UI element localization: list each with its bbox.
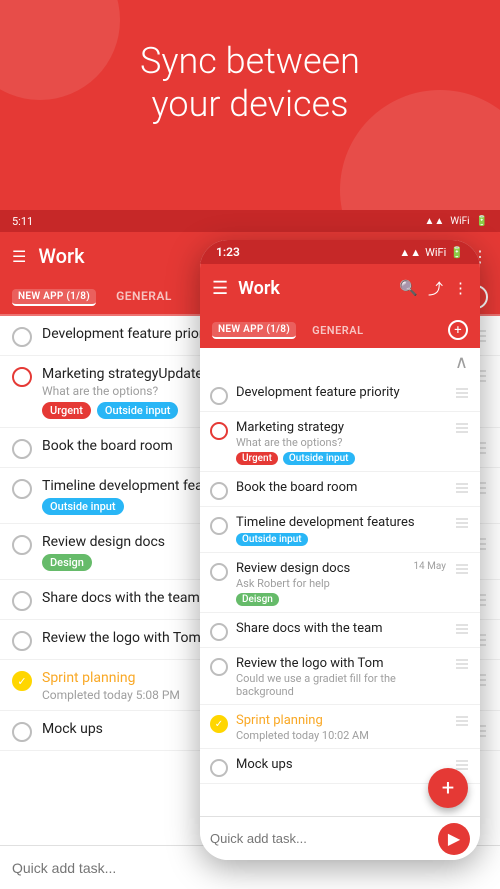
phone-app-title: Work — [238, 278, 389, 299]
phone-share-icon[interactable]: ⤴ — [428, 278, 443, 299]
phone-task-row: Share docs with the team — [200, 613, 480, 648]
phone-tag-urgent: Urgent — [236, 452, 278, 465]
phone-task-row: Review design docs Ask Robert for help D… — [200, 553, 480, 613]
phone-task-checkbox[interactable] — [210, 658, 228, 676]
hero-title: Sync between your devices — [20, 40, 480, 126]
phone-task-title: Mock ups — [236, 757, 446, 772]
task-checkbox[interactable] — [12, 722, 32, 742]
phone-tag-design: Deisgn — [236, 593, 279, 606]
phone-task-title: Share docs with the team — [236, 621, 446, 636]
phone-task-title: Sprint planning — [236, 713, 446, 728]
phone-task-row: Development feature priority — [200, 377, 480, 412]
phone-task-title: Development feature priority — [236, 385, 446, 400]
tag-urgent: Urgent — [42, 402, 91, 419]
task-checkbox[interactable] — [12, 631, 32, 651]
phone-task-row: Marketing strategy What are the options?… — [200, 412, 480, 472]
tablet-status-bar: 5:11 ▲▲ WiFi 🔋 — [0, 210, 500, 232]
task-checkbox-completed[interactable] — [12, 671, 32, 691]
phone-task-subtitle: Ask Robert for help — [236, 577, 405, 590]
device-container: 5:11 ▲▲ WiFi 🔋 ☰ Work 🔍 ⤴ ⋮ NEW APP (1/8… — [0, 210, 500, 889]
phone-drag-handle[interactable] — [454, 713, 470, 729]
phone-battery-icon: 🔋 — [450, 246, 464, 259]
tablet-tab-general[interactable]: GENERAL — [116, 289, 172, 305]
tag-design: Design — [42, 554, 92, 571]
tablet-time: 5:11 — [12, 215, 33, 228]
phone-tab-newapp[interactable]: NEW APP (1/8) — [212, 322, 296, 339]
phone-drag-handle[interactable] — [454, 656, 470, 672]
phone-task-checkbox-completed[interactable] — [210, 715, 228, 733]
tablet-quick-add-input[interactable] — [12, 860, 488, 876]
phone-task-row: Timeline development features Outside in… — [200, 507, 480, 553]
phone-wifi-icon: WiFi — [425, 246, 446, 259]
task-checkbox[interactable] — [12, 535, 32, 555]
phone-hamburger-icon[interactable]: ☰ — [212, 278, 228, 299]
phone-search-icon[interactable]: 🔍 — [399, 279, 418, 297]
phone-drag-handle[interactable] — [454, 385, 470, 401]
hero-section: Sync between your devices — [0, 0, 500, 210]
phone-task-checkbox[interactable] — [210, 387, 228, 405]
phone-drag-handle[interactable] — [454, 515, 470, 531]
phone-tabs: NEW APP (1/8) GENERAL + — [200, 312, 480, 348]
tablet-battery-icon: 🔋 — [476, 216, 488, 227]
phone-drag-handle[interactable] — [454, 420, 470, 436]
task-checkbox[interactable] — [12, 591, 32, 611]
tag-outside-input: Outside input — [97, 402, 179, 419]
phone-time: 1:23 — [216, 245, 240, 259]
phone-send-button[interactable]: ▶ — [438, 823, 470, 855]
tablet-signal-icon: ▲▲ — [424, 216, 444, 227]
phone-header: ☰ Work 🔍 ⤴ ⋮ — [200, 264, 480, 312]
tag-outside-input: Outside input — [42, 498, 124, 515]
phone-task-title: Timeline development features — [236, 515, 446, 530]
phone-task-checkbox[interactable] — [210, 623, 228, 641]
phone-task-row: Sprint planning Completed today 10:02 AM — [200, 705, 480, 749]
phone-add-button[interactable]: + — [448, 320, 468, 340]
phone-quick-add-bar: ▶ — [200, 816, 480, 860]
phone-task-title: Marketing strategy — [236, 420, 446, 435]
phone-drag-handle[interactable] — [454, 621, 470, 637]
tablet-wifi-icon: WiFi — [450, 216, 469, 227]
task-checkbox[interactable] — [12, 479, 32, 499]
phone-status-bar: 1:23 ▲▲ WiFi 🔋 — [200, 240, 480, 264]
phone-task-checkbox[interactable] — [210, 759, 228, 777]
phone-fab-button[interactable]: + — [428, 768, 468, 808]
phone-task-checkbox[interactable] — [210, 517, 228, 535]
phone-task-title: Review design docs — [236, 561, 405, 576]
task-checkbox[interactable] — [12, 367, 32, 387]
task-checkbox[interactable] — [12, 327, 32, 347]
tablet-hamburger-icon[interactable]: ☰ — [12, 247, 26, 266]
phone-task-checkbox[interactable] — [210, 422, 228, 440]
phone-device: 1:23 ▲▲ WiFi 🔋 ☰ Work 🔍 ⤴ ⋮ NEW APP (1/8… — [200, 240, 480, 860]
phone-more-icon[interactable]: ⋮ — [453, 279, 468, 297]
phone-tab-general[interactable]: GENERAL — [312, 324, 363, 337]
phone-task-subtitle: Could we use a gradiet fill for the back… — [236, 672, 446, 698]
phone-signal-icon: ▲▲ — [399, 246, 421, 259]
phone-drag-handle[interactable] — [454, 480, 470, 496]
phone-tag-outside: Outside input — [283, 452, 355, 465]
phone-task-date: 14 May — [413, 561, 446, 572]
phone-send-icon: ▶ — [448, 829, 460, 848]
phone-task-title: Book the board room — [236, 480, 446, 495]
phone-task-title: Review the logo with Tom — [236, 656, 446, 671]
phone-task-checkbox[interactable] — [210, 482, 228, 500]
phone-task-subtitle: What are the options? — [236, 436, 446, 449]
phone-quick-add-input[interactable] — [210, 831, 438, 846]
phone-drag-handle[interactable] — [454, 561, 470, 577]
phone-task-row: Book the board room — [200, 472, 480, 507]
tablet-tab-newapp[interactable]: NEW APP (1/8) — [12, 289, 96, 306]
task-checkbox[interactable] — [12, 439, 32, 459]
phone-task-subtitle: Completed today 10:02 AM — [236, 729, 446, 742]
phone-task-checkbox[interactable] — [210, 563, 228, 581]
collapse-indicator[interactable]: ∧ — [200, 348, 480, 377]
phone-task-row: Review the logo with Tom Could we use a … — [200, 648, 480, 705]
phone-tag-outside: Outside input — [236, 533, 308, 546]
